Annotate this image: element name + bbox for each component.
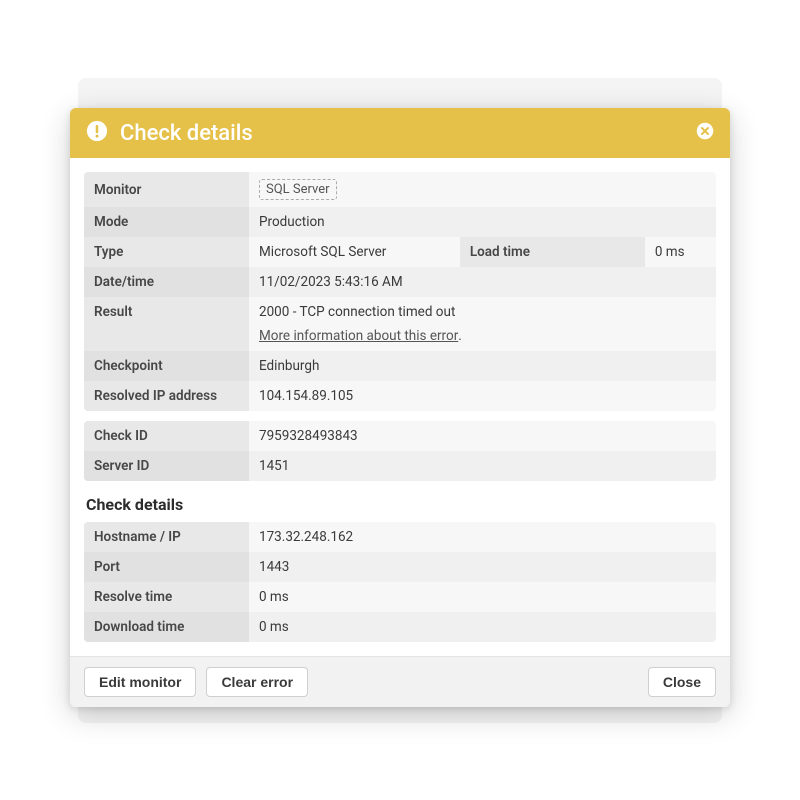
resolved-ip-label: Resolved IP address xyxy=(84,381,249,411)
check-details-section-title: Check details xyxy=(86,495,716,514)
mode-label: Mode xyxy=(84,207,249,237)
row-monitor: Monitor SQL Server xyxy=(84,172,716,207)
datetime-label: Date/time xyxy=(84,267,249,297)
server-id-label: Server ID xyxy=(84,451,249,481)
monitor-label: Monitor xyxy=(84,172,249,207)
row-resolved-ip: Resolved IP address 104.154.89.105 xyxy=(84,381,716,411)
hostname-label: Hostname / IP xyxy=(84,522,249,552)
alert-icon xyxy=(86,120,108,146)
port-value: 1443 xyxy=(249,552,716,582)
footer-spacer xyxy=(318,667,638,697)
resolve-time-value: 0 ms xyxy=(249,582,716,612)
row-check-id: Check ID 7959328493843 xyxy=(84,421,716,451)
row-result: Result 2000 - TCP connection timed out M… xyxy=(84,297,716,351)
resolved-ip-value: 104.154.89.105 xyxy=(249,381,716,411)
download-time-label: Download time xyxy=(84,612,249,642)
checkpoint-value: Edinburgh xyxy=(249,351,716,381)
close-icon[interactable] xyxy=(696,122,714,144)
modal-body: Monitor SQL Server Mode Production Type … xyxy=(70,158,730,656)
close-button[interactable]: Close xyxy=(648,667,716,697)
row-mode: Mode Production xyxy=(84,207,716,237)
type-label: Type xyxy=(84,237,249,267)
clear-error-button[interactable]: Clear error xyxy=(206,667,308,697)
type-value: Microsoft SQL Server xyxy=(249,237,460,267)
modal-header: Check details xyxy=(70,108,730,158)
error-info-link[interactable]: More information about this error xyxy=(259,328,458,344)
hostname-value: 173.32.248.162 xyxy=(249,522,716,552)
download-time-value: 0 ms xyxy=(249,612,716,642)
row-port: Port 1443 xyxy=(84,552,716,582)
port-label: Port xyxy=(84,552,249,582)
mode-value: Production xyxy=(249,207,716,237)
checkpoint-label: Checkpoint xyxy=(84,351,249,381)
server-id-value: 1451 xyxy=(249,451,716,481)
check-details-modal: Check details Monitor SQL Server Mode Pr… xyxy=(70,108,730,707)
main-info-table: Monitor SQL Server Mode Production Type … xyxy=(84,172,716,411)
edit-monitor-button[interactable]: Edit monitor xyxy=(84,667,196,697)
ids-table: Check ID 7959328493843 Server ID 1451 xyxy=(84,421,716,481)
details-table: Hostname / IP 173.32.248.162 Port 1443 R… xyxy=(84,522,716,642)
row-download-time: Download time 0 ms xyxy=(84,612,716,642)
result-link-suffix: . xyxy=(458,328,462,344)
row-resolve-time: Resolve time 0 ms xyxy=(84,582,716,612)
row-checkpoint: Checkpoint Edinburgh xyxy=(84,351,716,381)
load-time-value: 0 ms xyxy=(645,237,716,267)
resolve-time-label: Resolve time xyxy=(84,582,249,612)
modal-title: Check details xyxy=(120,121,684,146)
monitor-badge[interactable]: SQL Server xyxy=(259,179,337,200)
result-value: 2000 - TCP connection timed out xyxy=(259,304,706,320)
result-label: Result xyxy=(84,297,249,351)
check-id-label: Check ID xyxy=(84,421,249,451)
row-server-id: Server ID 1451 xyxy=(84,451,716,481)
datetime-value: 11/02/2023 5:43:16 AM xyxy=(249,267,716,297)
row-datetime: Date/time 11/02/2023 5:43:16 AM xyxy=(84,267,716,297)
modal-footer: Edit monitor Clear error Close xyxy=(70,656,730,707)
row-type: Type Microsoft SQL Server Load time 0 ms xyxy=(84,237,716,267)
row-hostname: Hostname / IP 173.32.248.162 xyxy=(84,522,716,552)
load-time-label: Load time xyxy=(460,237,645,267)
check-id-value: 7959328493843 xyxy=(249,421,716,451)
